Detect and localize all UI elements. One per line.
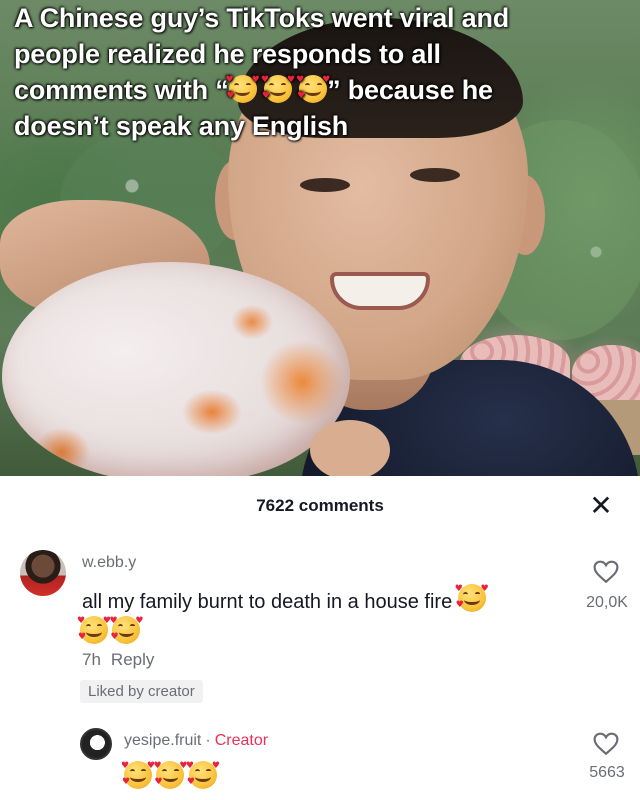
separator-dot: ·: [205, 732, 211, 749]
comment-body: all my family burnt to death in a house …: [82, 591, 453, 613]
smiling-face-with-hearts-icon: ♥ ♥ ♥: [225, 75, 260, 103]
comment-emoji-row: ♥ ♥ ♥ ♥ ♥ ♥: [77, 616, 144, 645]
headline-line-3-start: comments with “: [14, 75, 229, 105]
smiling-face-with-hearts-icon: ♥ ♥ ♥: [185, 761, 220, 789]
comment-username[interactable]: w.ebb.y: [82, 554, 136, 572]
comment-text: all my family burnt to death in a house …: [82, 584, 489, 614]
smiling-face-with-hearts-icon: ♥ ♥ ♥: [454, 584, 489, 612]
smiling-face-with-hearts-icon: ♥ ♥ ♥: [121, 761, 155, 789]
meme-headline: A Chinese guy’s TikToks went viral and p…: [14, 0, 634, 144]
person-thumb: [310, 420, 390, 476]
video-frame[interactable]: A Chinese guy’s TikToks went viral and p…: [0, 0, 640, 476]
headline-line-3: comments with “♥ ♥ ♥ ♥ ♥ ♥ ♥ ♥ ♥” because he: [14, 72, 634, 108]
creator-avatar[interactable]: [80, 728, 112, 760]
headline-line-3-end: ” because he: [327, 75, 493, 105]
close-icon[interactable]: ✕: [588, 492, 614, 520]
liked-by-creator-badge: Liked by creator: [80, 680, 203, 703]
comment-meta: 7h Reply: [82, 650, 154, 670]
headline-line-1: A Chinese guy’s TikToks went viral and: [14, 3, 510, 33]
reply-button[interactable]: Reply: [111, 650, 154, 669]
headline-line-2: people realized he responds to all: [14, 39, 441, 69]
smiling-face-with-hearts-icon: ♥ ♥ ♥: [260, 75, 295, 103]
reply-author: yesipe.fruit · Creator: [124, 732, 268, 750]
smiling-face-with-hearts-icon: ♥ ♥ ♥: [77, 616, 111, 644]
heart-outline-icon[interactable]: [593, 732, 619, 756]
comments-sheet: 7622 comments ✕ w.ebb.y all my family bu…: [0, 476, 640, 800]
heart-outline-icon[interactable]: [593, 560, 619, 584]
person-eye: [410, 168, 460, 182]
comment-like-count: 20,0K: [586, 594, 628, 611]
smiling-face-with-hearts-icon: ♥ ♥ ♥: [109, 616, 144, 644]
reply-username[interactable]: yesipe.fruit: [124, 732, 201, 749]
creator-label: Creator: [214, 732, 269, 749]
headline-line-4: doesn’t speak any English: [14, 111, 349, 141]
avatar[interactable]: [20, 550, 66, 596]
person-eye: [300, 178, 350, 192]
smiling-face-with-hearts-icon: ♥ ♥ ♥: [296, 75, 331, 103]
reply-emoji-row: ♥ ♥ ♥ ♥ ♥ ♥ ♥ ♥ ♥: [121, 761, 220, 790]
smiling-face-with-hearts-icon: ♥ ♥ ♥: [153, 761, 188, 789]
comments-count-title: 7622 comments: [256, 496, 384, 515]
comment-time: 7h: [82, 650, 101, 669]
person-smile: [330, 272, 430, 310]
reply-like-count: 5663: [589, 764, 625, 781]
